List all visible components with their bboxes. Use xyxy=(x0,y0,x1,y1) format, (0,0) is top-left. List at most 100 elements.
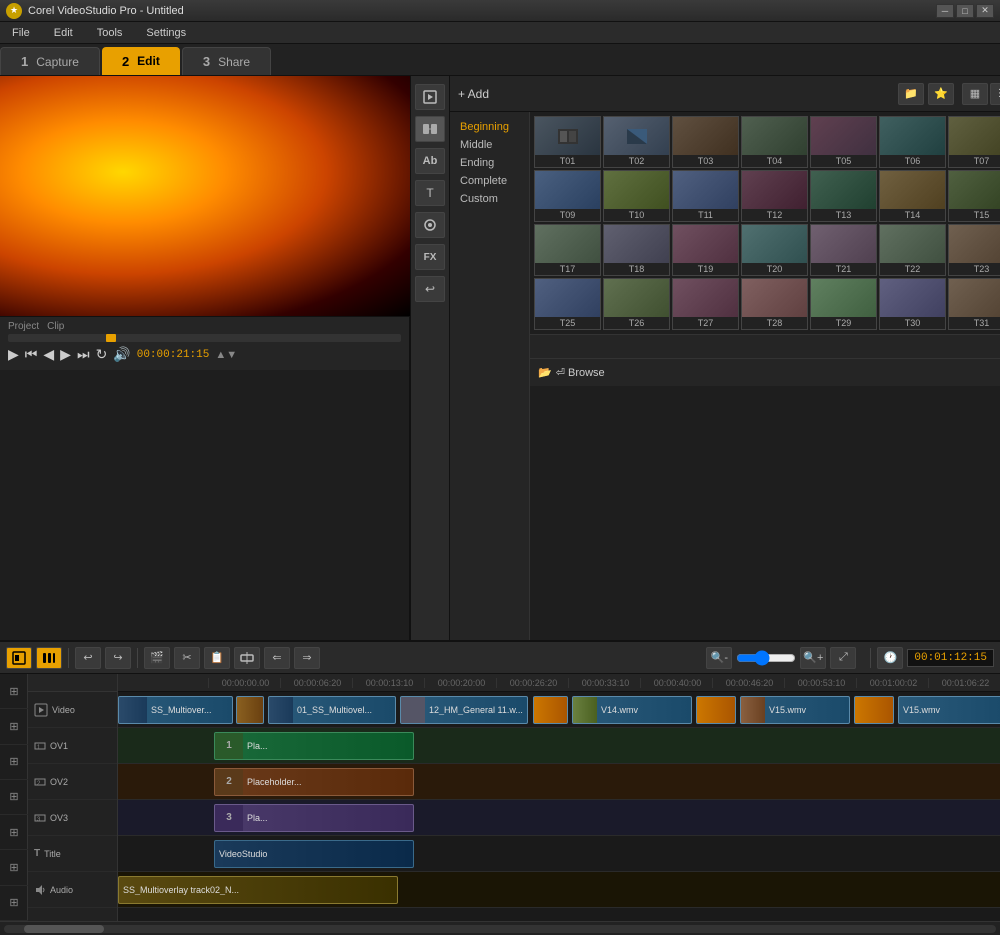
filter-btn[interactable] xyxy=(415,212,445,238)
clip-01ss[interactable]: 01_SS_Multiovel... xyxy=(268,696,396,724)
clip-title[interactable]: VideoStudio xyxy=(214,840,414,868)
back-nav-btn[interactable]: ↩ xyxy=(415,276,445,302)
window-controls[interactable]: ─ □ ✕ xyxy=(936,4,994,18)
thumbnail-t11[interactable]: T11 xyxy=(672,170,739,222)
scrubber-bar[interactable] xyxy=(8,334,401,342)
thumbnail-t10[interactable]: T10 xyxy=(603,170,670,222)
close-button[interactable]: ✕ xyxy=(976,4,994,18)
cut-btn[interactable]: ✂ xyxy=(174,647,200,669)
thumbnail-t19[interactable]: T19 xyxy=(672,224,739,276)
thumbnail-t25[interactable]: T25 xyxy=(534,278,601,330)
prev-frame-btn[interactable]: ⏮ xyxy=(25,346,38,363)
thumbnail-t05[interactable]: T05 xyxy=(810,116,877,168)
lib-sort-btn[interactable]: ⭐ xyxy=(928,83,954,105)
add-button[interactable]: + Add xyxy=(458,87,489,101)
step-fwd-btn[interactable]: ▶ xyxy=(60,346,71,363)
thumbnail-t09[interactable]: T09 xyxy=(534,170,601,222)
clip-overlay3[interactable]: 3 Pla... xyxy=(214,804,414,832)
cat-ending[interactable]: Ending xyxy=(450,154,529,172)
paste-btn[interactable]: 📋 xyxy=(204,647,230,669)
thumbnail-t30[interactable]: T30 xyxy=(879,278,946,330)
preview-canvas[interactable] xyxy=(0,76,410,316)
split-btn[interactable] xyxy=(234,647,260,669)
zoom-in-btn[interactable]: 🔍+ xyxy=(800,647,826,669)
clip-orange4[interactable] xyxy=(854,696,894,724)
browse-button[interactable]: 📂 ⏎ Browse xyxy=(538,366,605,379)
thumbnail-t14[interactable]: T14 xyxy=(879,170,946,222)
cat-custom[interactable]: Custom xyxy=(450,190,529,208)
lib-icon-btn[interactable]: 📁 xyxy=(898,83,924,105)
track-ctrl-1[interactable]: ⊞ xyxy=(0,674,28,709)
redo-btn[interactable]: ↪ xyxy=(105,647,131,669)
thumbnail-t07[interactable]: T07 xyxy=(948,116,1000,168)
track-ctrl-7[interactable]: ⊞ xyxy=(0,886,28,921)
tab-edit[interactable]: 2 Edit xyxy=(102,47,180,75)
thumbnail-t06[interactable]: T06 xyxy=(879,116,946,168)
timeline-mode-btn[interactable] xyxy=(6,647,32,669)
track-ctrl-2[interactable]: ⊞ xyxy=(0,709,28,744)
thumbnail-t28[interactable]: T28 xyxy=(741,278,808,330)
graphics-btn[interactable]: T xyxy=(415,180,445,206)
clip-v14[interactable]: V14.wmv xyxy=(572,696,692,724)
clip-orange2[interactable] xyxy=(533,696,568,724)
title-btn[interactable]: Ab xyxy=(415,148,445,174)
menu-tools[interactable]: Tools xyxy=(93,25,127,41)
step-back-btn[interactable]: ◀ xyxy=(43,346,54,363)
menu-file[interactable]: File xyxy=(8,25,34,41)
menu-settings[interactable]: Settings xyxy=(142,25,190,41)
thumbnail-t26[interactable]: T26 xyxy=(603,278,670,330)
volume-btn[interactable]: 🔊 xyxy=(113,346,130,363)
fx-btn[interactable]: FX xyxy=(415,244,445,270)
tab-share[interactable]: 3 Share xyxy=(182,47,271,75)
next-frame-btn[interactable]: ⏭ xyxy=(77,346,90,363)
minimize-button[interactable]: ─ xyxy=(936,4,954,18)
thumbnail-t18[interactable]: T18 xyxy=(603,224,670,276)
lib-view-btn1[interactable]: ▦ xyxy=(962,83,988,105)
timeline-scroll-area[interactable]: 00:00:00.00 00:00:06:20 00:00:13:10 00:0… xyxy=(118,674,1000,921)
record-btn[interactable]: 🎬 xyxy=(144,647,170,669)
clip-12hm[interactable]: 12_HM_General 11.w... xyxy=(400,696,528,724)
thumbnail-t17[interactable]: T17 xyxy=(534,224,601,276)
maximize-button[interactable]: □ xyxy=(956,4,974,18)
thumbnail-t03[interactable]: T03 xyxy=(672,116,739,168)
track-ctrl-5[interactable]: ⊞ xyxy=(0,815,28,850)
thumbnail-t22[interactable]: T22 xyxy=(879,224,946,276)
clip-orange1[interactable] xyxy=(236,696,264,724)
trim-btn[interactable]: ⇒ xyxy=(294,647,320,669)
cat-beginning[interactable]: Beginning xyxy=(450,118,529,136)
undo-btn[interactable]: ↩ xyxy=(75,647,101,669)
storyboard-mode-btn[interactable] xyxy=(36,647,62,669)
scrubber-thumb[interactable] xyxy=(106,334,116,342)
lib-view-btn2[interactable]: ☰ xyxy=(990,83,1000,105)
clip-overlay2[interactable]: 2 Placeholder... xyxy=(214,768,414,796)
thumbnail-t21[interactable]: T21 xyxy=(810,224,877,276)
thumbnail-t04[interactable]: T04 xyxy=(741,116,808,168)
zoom-out-btn[interactable]: 🔍- xyxy=(706,647,732,669)
fit-btn[interactable]: ⤢ xyxy=(830,647,856,669)
scroll-track[interactable] xyxy=(4,925,996,933)
track-ctrl-4[interactable]: ⊞ xyxy=(0,780,28,815)
media-btn[interactable] xyxy=(415,84,445,110)
play-btn[interactable]: ▶ xyxy=(8,346,19,363)
thumbnail-t02[interactable]: T02 xyxy=(603,116,670,168)
transition-btn[interactable] xyxy=(415,116,445,142)
repeat-btn[interactable]: ↻ xyxy=(96,346,108,363)
scroll-thumb[interactable] xyxy=(24,925,104,933)
clip-orange3[interactable] xyxy=(696,696,736,724)
clip-audio[interactable]: SS_Multioverlay track02_N... xyxy=(118,876,398,904)
thumbnail-t31[interactable]: T31 xyxy=(948,278,1000,330)
cat-middle[interactable]: Middle xyxy=(450,136,529,154)
horizontal-scrollbar[interactable] xyxy=(0,921,1000,935)
timeline-zoom-slider[interactable] xyxy=(736,650,796,666)
shift-clip-btn[interactable]: ⇐ xyxy=(264,647,290,669)
clip-v15a[interactable]: V15.wmv xyxy=(740,696,850,724)
clip-overlay1[interactable]: 1 Pla... xyxy=(214,732,414,760)
thumbnail-t23[interactable]: T23 xyxy=(948,224,1000,276)
thumbnail-t01[interactable]: T01 xyxy=(534,116,601,168)
track-ctrl-6[interactable]: ⊞ xyxy=(0,850,28,885)
thumbnail-t12[interactable]: T12 xyxy=(741,170,808,222)
clock-btn[interactable]: 🕐 xyxy=(877,647,903,669)
menu-edit[interactable]: Edit xyxy=(50,25,77,41)
tab-capture[interactable]: 1 Capture xyxy=(0,47,100,75)
track-ctrl-3[interactable]: ⊞ xyxy=(0,745,28,780)
